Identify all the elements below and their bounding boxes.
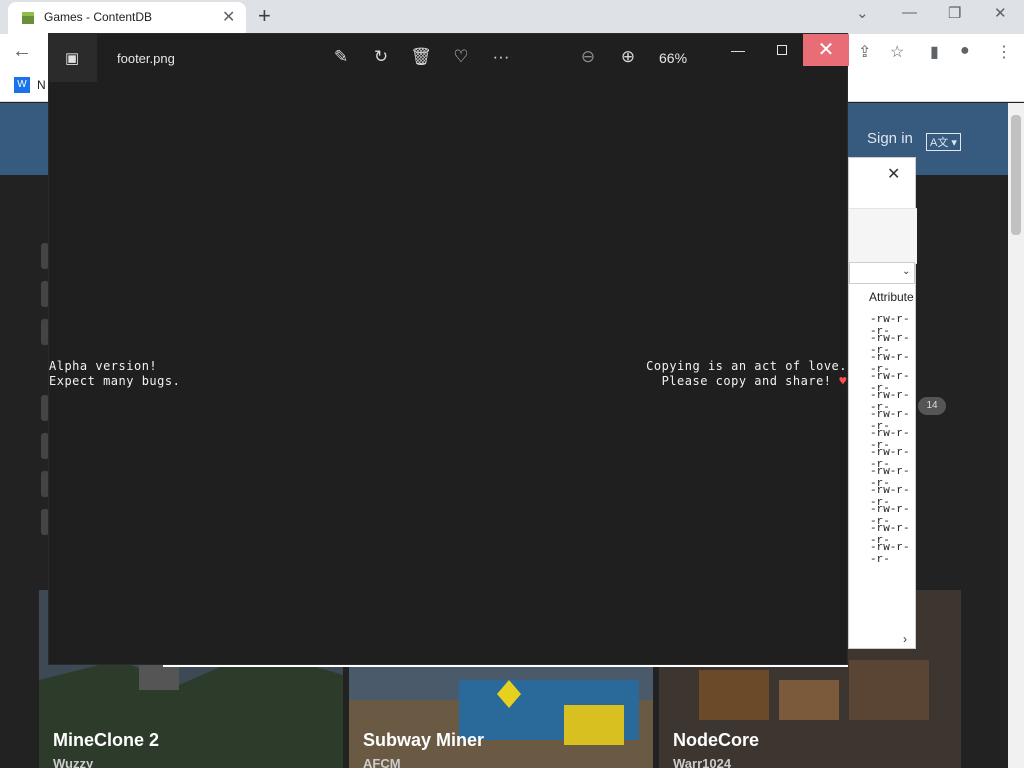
viewer-close-icon[interactable]: ✕	[803, 34, 849, 66]
game-author: Wuzzy	[53, 756, 94, 768]
photos-viewer-window: ▣ footer.png ✎ ↻ 🗑 ♡ ··· ⊖ ⊕ 66% — ✕ Alp…	[48, 33, 849, 665]
rotate-icon[interactable]: ↻	[370, 47, 392, 67]
attributes-column-header[interactable]: Attribute	[869, 290, 914, 304]
photos-app-icon: ▣	[65, 50, 80, 67]
chevron-down-icon: ⌄	[902, 266, 911, 277]
contentdb-favicon-icon	[22, 12, 34, 24]
bookmark-favicon-icon: W	[14, 77, 30, 93]
explorer-close-icon[interactable]: ✕	[887, 164, 900, 184]
favorite-heart-icon[interactable]: ♡	[450, 47, 472, 67]
bookmark-item[interactable]: N	[37, 78, 46, 92]
game-title: MineClone 2	[53, 730, 160, 750]
viewer-minimize-icon[interactable]: —	[723, 42, 753, 58]
delete-icon[interactable]: 🗑	[410, 47, 432, 67]
viewer-maximize-icon[interactable]	[767, 42, 797, 60]
image-text-line: Please copy and share!	[661, 374, 832, 388]
file-explorer-window: ✕ ⌄ Attribute -rw-r--r- -rw-r--r- -rw-r--r…	[848, 157, 917, 649]
viewer-titlebar: ▣ footer.png ✎ ↻ 🗑 ♡ ··· ⊖ ⊕ 66% — ✕	[49, 34, 849, 82]
browser-restore-icon[interactable]: ❐	[948, 4, 961, 22]
zoom-level[interactable]: 66%	[659, 50, 687, 66]
back-arrow-icon[interactable]: ←	[12, 40, 32, 63]
explorer-toolbar	[849, 208, 917, 264]
game-title: Subway Miner	[363, 730, 485, 750]
attribute-cell: -rw-r--r-	[870, 542, 910, 566]
chevron-right-icon[interactable]: ›	[903, 632, 907, 646]
app-icon-box[interactable]: ▣	[49, 34, 97, 82]
new-tab-icon[interactable]: +	[258, 3, 271, 29]
profile-avatar-icon[interactable]: ●	[960, 42, 970, 60]
count-badge: 14	[918, 397, 946, 415]
language-selector-icon[interactable]: A文 ▾	[926, 133, 961, 151]
page-scrollbar[interactable]	[1008, 103, 1024, 768]
file-name: footer.png	[117, 51, 175, 66]
tab-title: Games - ContentDB	[44, 10, 153, 24]
tab-close-icon[interactable]: ✕	[222, 7, 235, 27]
more-options-icon[interactable]: ···	[490, 47, 512, 67]
explorer-dropdown[interactable]: ⌄	[849, 262, 915, 284]
game-author: AFCM	[363, 756, 401, 768]
share-icon[interactable]: ⇪	[858, 42, 871, 62]
heart-icon: ♥	[839, 374, 847, 388]
image-text-line: Copying is an act of love.	[646, 359, 847, 373]
image-text-line: Expect many bugs.	[49, 374, 181, 388]
sign-in-link[interactable]: Sign in	[867, 130, 913, 147]
browser-tab-strip: Games - ContentDB ✕ + ⌄ — ❐ ✕	[0, 0, 1024, 34]
browser-minimize-icon[interactable]: —	[902, 4, 917, 21]
image-text-left: Alpha version! Expect many bugs.	[49, 359, 180, 389]
browser-tab[interactable]: Games - ContentDB ✕	[8, 2, 246, 34]
browser-menu-icon[interactable]: ⋮	[996, 42, 1012, 62]
image-text-line: Alpha version!	[49, 359, 158, 373]
browser-close-icon[interactable]: ✕	[994, 4, 1007, 22]
scrollbar-thumb[interactable]	[1011, 115, 1021, 235]
image-text-right: Copying is an act of love. Please copy a…	[646, 359, 847, 389]
zoom-out-icon[interactable]: ⊖	[577, 47, 599, 67]
game-author: Warr1024	[673, 756, 732, 768]
tab-search-icon[interactable]: ⌄	[856, 4, 869, 22]
bookmark-star-icon[interactable]: ☆	[890, 42, 904, 62]
side-panel-icon[interactable]: ▮	[930, 42, 939, 62]
game-title: NodeCore	[673, 730, 760, 750]
edit-image-icon[interactable]: ✎	[330, 47, 352, 67]
zoom-in-icon[interactable]: ⊕	[617, 47, 639, 67]
